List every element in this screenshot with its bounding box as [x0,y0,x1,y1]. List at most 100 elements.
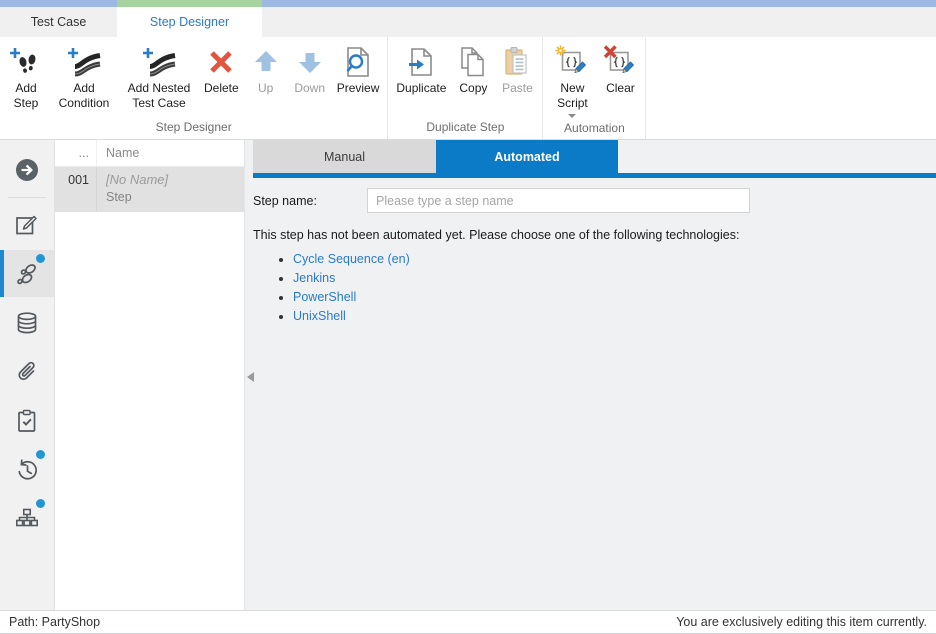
duplicate-icon [404,43,438,81]
steps-badge [36,254,45,263]
paste-label: Paste [502,81,533,96]
editor-tab-bar: Manual Automated [245,140,936,173]
technology-list-item: Jenkins [293,271,926,285]
ribbon-group-duplicate-step: Duplicate Copy [388,37,543,139]
sidebar-item-history[interactable] [0,446,54,493]
delete-label: Delete [204,81,239,96]
edit-icon [14,212,40,238]
active-tab-top-accent [117,0,262,7]
sidebar-item-attachments[interactable] [0,348,54,395]
status-editing-message: You are exclusively editing this item cu… [676,615,927,629]
sidebar-item-steps[interactable] [0,250,54,297]
automation-info-text: This step has not been automated yet. Pl… [253,228,926,242]
ribbon-group-automation: New Script Clear [543,37,646,139]
technology-list: Cycle Sequence (en) Jenkins PowerShell U… [293,252,926,323]
tab-bar-filler [262,7,936,37]
database-icon [14,310,40,336]
ribbon-group-label-duplicate-step: Duplicate Step [391,118,539,139]
window-top-strip [0,0,936,7]
down-button: Down [288,42,332,97]
paste-icon [500,43,534,81]
left-sidebar [0,140,55,610]
duplicate-button[interactable]: Duplicate [391,42,451,97]
history-icon [14,457,40,483]
new-script-dropdown-arrow[interactable] [568,114,576,118]
step-editor-panel: Manual Automated Step name: This step ha… [245,140,936,610]
clear-script-button[interactable]: Clear [598,42,642,97]
steps-icon [13,260,41,288]
preview-label: Preview [337,81,380,96]
step-name-label: Step name: [253,194,367,208]
new-script-label: New Script [551,81,593,111]
technology-list-item: PowerShell [293,290,926,304]
down-arrow-icon [293,43,327,81]
status-path: Path: PartyShop [9,615,100,629]
sidebar-item-navigate[interactable] [0,146,54,193]
add-step-button[interactable]: Add Step [3,42,49,112]
technology-link-powershell[interactable]: PowerShell [293,290,356,304]
collapse-panel-handle[interactable] [247,372,254,382]
sidebar-item-hierarchy[interactable] [0,495,54,542]
tab-test-case[interactable]: Test Case [0,7,117,37]
add-condition-button[interactable]: Add Condition [49,42,119,112]
add-condition-label: Add Condition [54,81,114,111]
step-list-header-name: Name [97,146,244,160]
clipboard-check-icon [14,408,40,434]
paperclip-icon [14,359,40,385]
paste-button: Paste [495,42,539,97]
ribbon-toolbar: Add Step Add Condition [0,37,936,140]
ribbon-filler [646,37,936,139]
duplicate-label: Duplicate [396,81,446,96]
delete-icon [204,43,238,81]
copy-label: Copy [459,81,487,96]
step-name-cell: [No Name] Step [97,167,244,212]
step-list-panel: ... Name 001 [No Name] Step [55,140,245,610]
add-step-label: Add Step [8,81,44,111]
step-list-header: ... Name [55,140,244,167]
sidebar-item-data[interactable] [0,299,54,346]
technology-link-unixshell[interactable]: UnixShell [293,309,346,323]
status-bar: Path: PartyShop You are exclusively edit… [0,610,936,634]
new-script-button[interactable]: New Script [546,42,598,119]
step-type-text: Step [106,190,235,204]
clear-script-icon [603,43,637,81]
up-label: Up [258,81,273,96]
history-badge [36,450,45,459]
new-script-icon [555,43,589,81]
clear-script-label: Clear [606,81,635,96]
hierarchy-icon [14,506,40,532]
add-nested-test-case-label: Add Nested Test Case [124,81,194,111]
technology-link-jenkins[interactable]: Jenkins [293,271,335,285]
up-arrow-icon [249,43,283,81]
step-list-row[interactable]: 001 [No Name] Step [55,167,244,212]
technology-list-item: Cycle Sequence (en) [293,252,926,266]
technology-list-item: UnixShell [293,309,926,323]
step-list-header-number: ... [55,140,97,166]
tab-automated[interactable]: Automated [436,140,618,173]
tab-step-designer[interactable]: Step Designer [117,7,262,37]
down-label: Down [294,81,325,96]
arrow-circle-right-icon [14,157,40,183]
tab-manual[interactable]: Manual [253,140,436,173]
copy-icon [456,43,490,81]
step-name-input[interactable] [367,188,750,213]
preview-button[interactable]: Preview [332,42,385,97]
step-number: 001 [55,167,97,212]
app-window: Test Case Step Designer [0,0,936,634]
delete-button[interactable]: Delete [199,42,244,97]
sidebar-item-checklist[interactable] [0,397,54,444]
sidebar-item-edit[interactable] [0,201,54,248]
copy-button[interactable]: Copy [451,42,495,97]
ribbon-group-step-designer: Add Step Add Condition [0,37,388,139]
add-step-icon [9,43,43,81]
ribbon-group-label-step-designer: Step Designer [3,118,384,139]
step-name-text: [No Name] [106,172,235,187]
hierarchy-badge [36,499,45,508]
sidebar-divider [8,197,46,198]
add-condition-icon [67,43,101,81]
add-nested-test-case-icon [142,43,176,81]
technology-link-cycle-sequence[interactable]: Cycle Sequence (en) [293,252,410,266]
ribbon-group-label-automation: Automation [546,119,642,140]
window-tab-bar: Test Case Step Designer [0,7,936,37]
add-nested-test-case-button[interactable]: Add Nested Test Case [119,42,199,112]
